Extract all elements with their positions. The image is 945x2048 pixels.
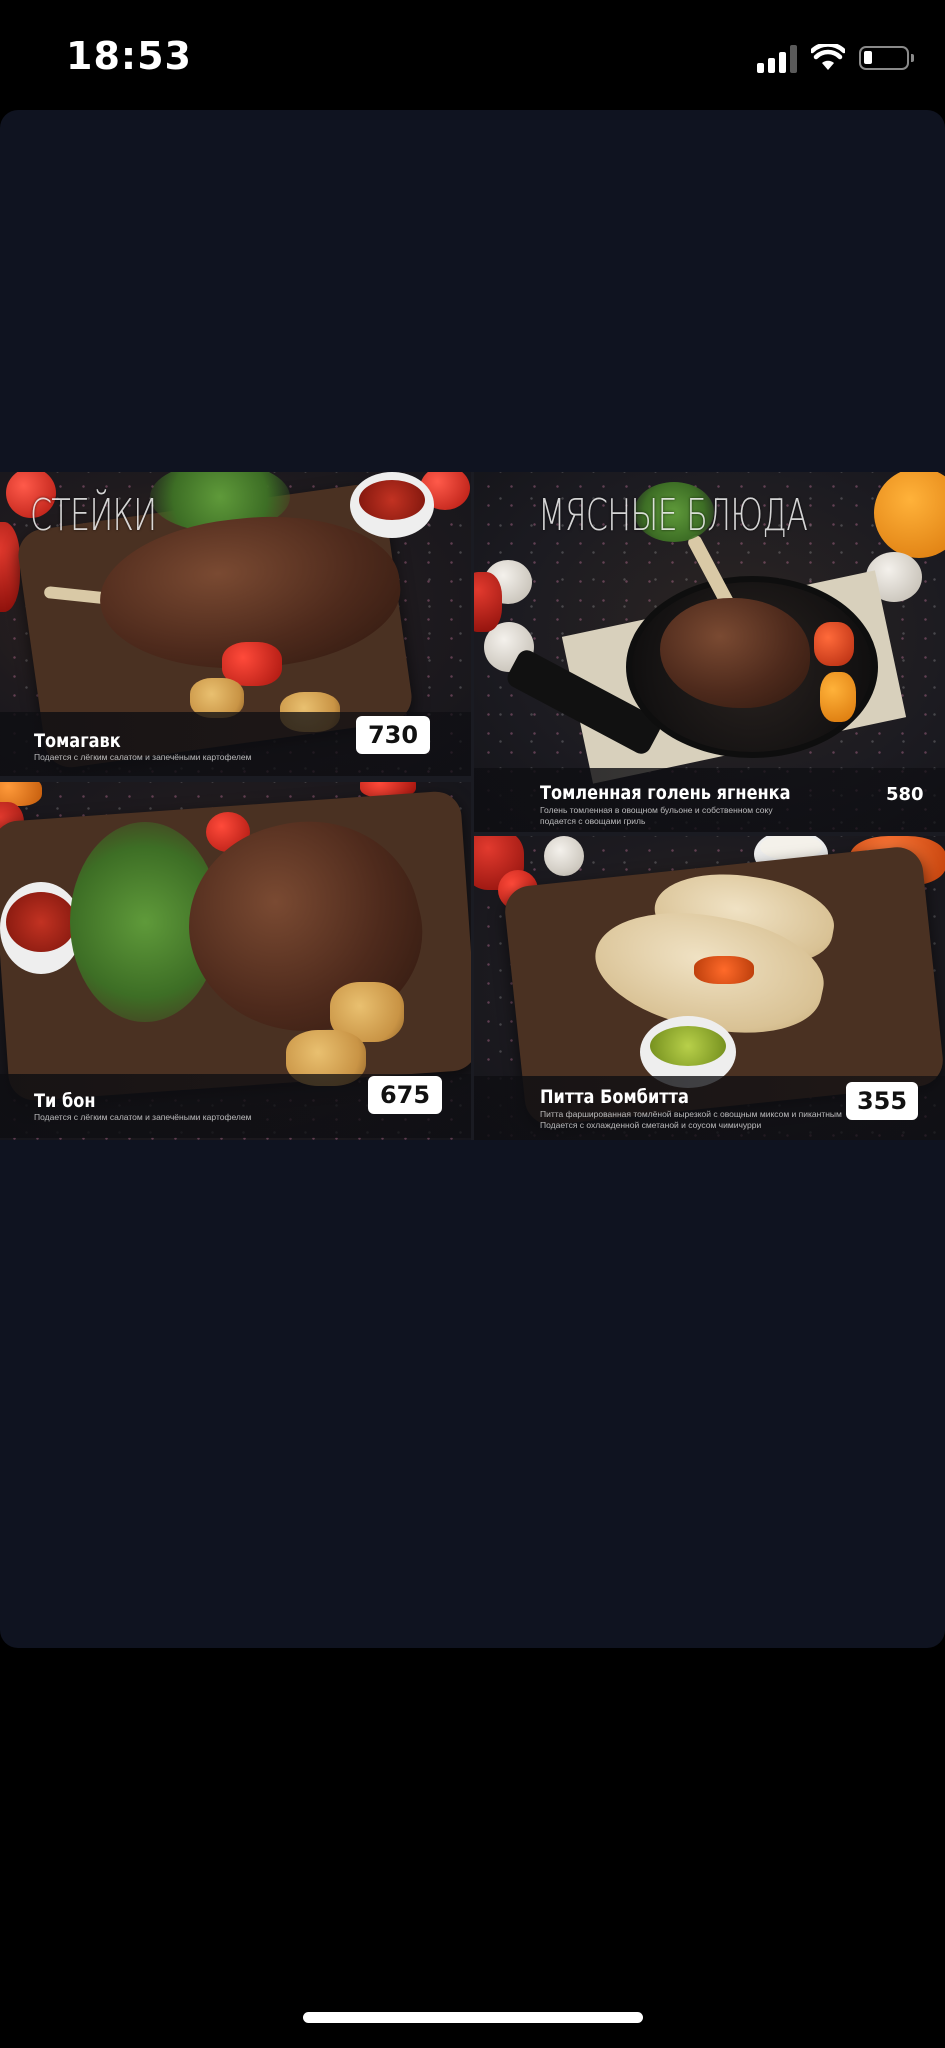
home-indicator[interactable] <box>303 2012 643 2023</box>
section-title-steaks: СТЕЙКИ <box>30 490 157 541</box>
status-time: 18:53 <box>66 34 192 78</box>
dish-name-pitta: Питта Бомбитта <box>540 1086 689 1108</box>
dish-description-tomahawk: Подается с лёгким салатом и запечёными к… <box>34 752 252 762</box>
dish-description-lamb-shank-line2: подается с овощами гриль <box>540 816 646 826</box>
dish-description-pitta-line1: Питта фаршированная томлёной вырезкой с … <box>540 1109 842 1119</box>
menu-photo[interactable]: СТЕЙКИ Томагавк Подается с лёгким салато… <box>0 472 945 1140</box>
status-icons <box>757 40 914 76</box>
dish-name-lamb-shank: Томленная голень ягненка <box>540 782 791 804</box>
dish-description-pitta-line2: Подается с охлажденной сметаной и соусом… <box>540 1120 762 1130</box>
dish-description-t-bone: Подается с лёгким салатом и запечёными к… <box>34 1112 252 1122</box>
cellular-signal-icon <box>757 43 797 73</box>
menu-panel-tomahawk: СТЕЙКИ Томагавк Подается с лёгким салато… <box>0 472 471 776</box>
price-lamb-shank: 580 <box>886 784 924 805</box>
dish-description-lamb-shank-line1: Голень томленная в овощном бульоне и соб… <box>540 805 773 815</box>
status-bar: 18:53 <box>0 0 945 110</box>
price-tomahawk: 730 <box>356 716 430 754</box>
image-viewer[interactable]: СТЕЙКИ Томагавк Подается с лёгким салато… <box>0 110 945 1648</box>
price-t-bone: 675 <box>368 1076 442 1114</box>
dish-name-tomahawk: Томагавк <box>34 730 121 752</box>
wifi-icon <box>811 44 845 70</box>
battery-icon <box>859 46 914 70</box>
section-title-meat-dishes: МЯСНЫЕ БЛЮДА <box>538 490 808 541</box>
menu-panel-pitta: Питта Бомбитта Питта фаршированная томлё… <box>474 836 945 1140</box>
price-pitta: 355 <box>846 1082 918 1120</box>
menu-panel-t-bone: Ти бон Подается с лёгким салатом и запеч… <box>0 782 471 1140</box>
dish-name-t-bone: Ти бон <box>34 1090 96 1112</box>
menu-panel-lamb-shank: МЯСНЫЕ БЛЮДА Томленная голень ягненка Го… <box>474 472 945 832</box>
